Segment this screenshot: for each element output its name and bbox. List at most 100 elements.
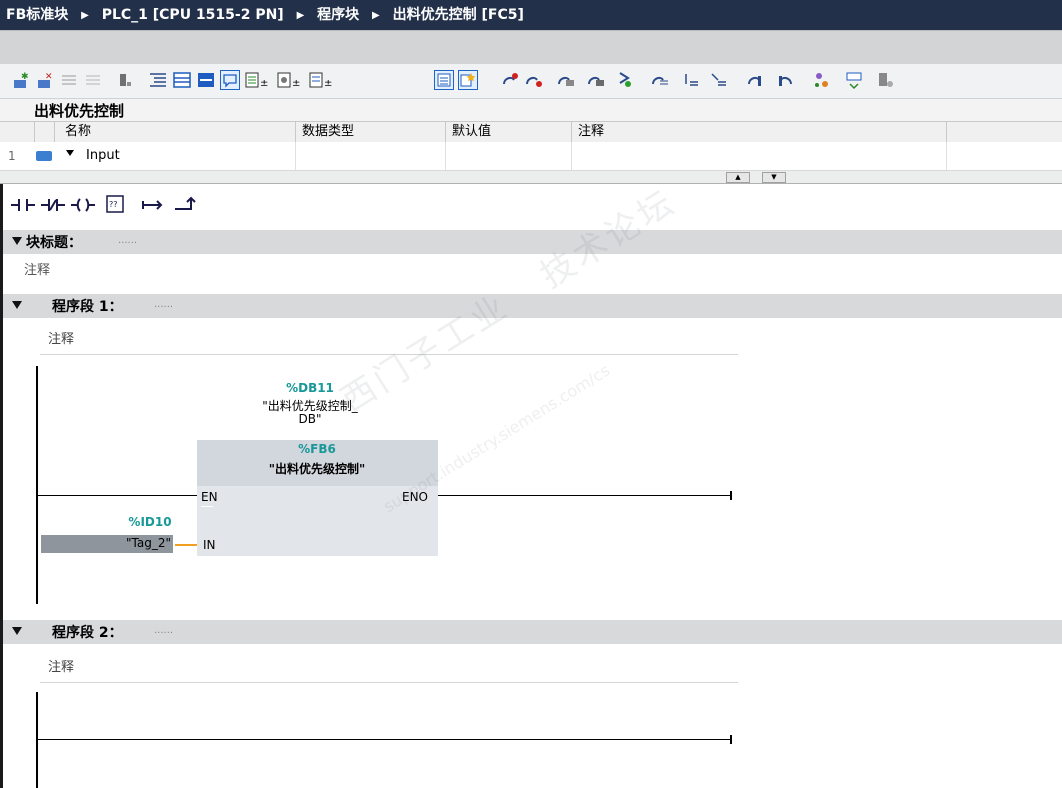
row-index: 1 [8, 149, 16, 163]
open-branch-icon[interactable] [138, 190, 168, 220]
divider [445, 142, 446, 170]
set-breakpoint-icon[interactable] [500, 70, 520, 90]
network-2-bar[interactable]: 程序段 2： ...... [0, 620, 1062, 644]
compare-icon[interactable] [812, 70, 832, 90]
breadcrumb-block[interactable]: 出料优先控制 [FC5] [393, 0, 524, 30]
breadcrumb-program-blocks[interactable]: 程序块 [317, 0, 359, 30]
network-2-comment-box[interactable]: 注释 [40, 648, 738, 683]
editor-toolbar: ✱ ✕ ± ± ± [0, 64, 1062, 99]
column-gutter [34, 122, 54, 142]
download-icon[interactable] [614, 70, 634, 90]
divider [946, 142, 947, 170]
input-section-icon [36, 151, 52, 161]
in-operand-tag[interactable]: "Tag_2" [126, 536, 171, 550]
collapse-all-icon[interactable] [172, 70, 192, 90]
plc-tag-icon[interactable] [116, 70, 136, 90]
window-left-edge [0, 184, 3, 788]
nc-contact-icon[interactable] [38, 190, 68, 220]
network-2-comment[interactable]: 注释 [48, 656, 74, 675]
pin-en: EN [201, 490, 218, 504]
next-icon[interactable] [774, 70, 794, 90]
jump-end-icon[interactable] [708, 70, 728, 90]
pin-in: IN [203, 538, 216, 552]
en-wire [38, 495, 198, 496]
block-call-icon[interactable] [876, 70, 896, 90]
breadcrumb: FB标准块 ▶ PLC_1 [CPU 1515-2 PN] ▶ 程序块 ▶ 出料… [0, 0, 1062, 30]
block-name: 出料优先控制 [34, 102, 125, 120]
abs-operand-icon[interactable]: ± [244, 70, 272, 90]
empty-rung-end [730, 735, 732, 744]
indent-icon[interactable] [148, 70, 168, 90]
no-contact-icon[interactable] [8, 190, 38, 220]
symbol-operand-icon[interactable]: ± [276, 70, 304, 90]
left-power-rail [36, 366, 38, 604]
instance-db-name-line2[interactable]: DB" [260, 412, 360, 426]
comments-toggle-icon[interactable] [220, 70, 240, 90]
interface-column-headers: 名称 数据类型 默认值 注释 [0, 121, 1062, 143]
svg-text:✕: ✕ [45, 72, 53, 82]
breadcrumb-plc[interactable]: PLC_1 [CPU 1515-2 PN] [102, 0, 284, 30]
insert-network-icon[interactable] [60, 70, 80, 90]
expand-all-icon[interactable] [196, 70, 216, 90]
fb-name[interactable]: "出料优先级控制" [217, 460, 417, 477]
cross-reference-icon[interactable] [844, 70, 864, 90]
row-name[interactable]: Input [86, 148, 120, 163]
svg-text:±: ± [292, 78, 300, 89]
left-power-rail-2 [36, 692, 38, 788]
network-2-title-placeholder[interactable]: ...... [154, 625, 173, 636]
divider [295, 142, 296, 170]
network-overview-icon[interactable] [434, 70, 454, 90]
fb-address: %FB6 [298, 442, 336, 456]
in-operand-field[interactable]: "Tag_2" [41, 535, 173, 553]
interface-splitter[interactable]: ▲ ▼ [0, 171, 1062, 184]
svg-text:±: ± [260, 78, 268, 89]
block-title-bar[interactable]: 块标题： ...... [0, 230, 1062, 254]
network-1-title-placeholder[interactable]: ...... [154, 299, 173, 310]
interface-header: 出料优先控制 [0, 99, 1062, 121]
eno-wire-end [730, 491, 732, 500]
fb-call-header: %FB6 "出料优先级控制" [197, 440, 438, 486]
expand-down-icon[interactable]: ▼ [762, 172, 786, 183]
collapse-arrow-icon[interactable] [12, 627, 22, 635]
collapse-arrow-icon[interactable] [12, 301, 22, 309]
svg-text:??: ?? [109, 200, 118, 209]
collapse-up-icon[interactable]: ▲ [726, 172, 750, 183]
network-2-label: 程序段 2： [52, 625, 123, 641]
remove-breakpoint-icon[interactable] [524, 70, 544, 90]
jump-start-icon[interactable] [680, 70, 700, 90]
svg-text:✱: ✱ [21, 72, 29, 82]
expand-arrow-icon[interactable] [66, 150, 74, 156]
block-title-placeholder[interactable]: ...... [118, 235, 137, 246]
insert-row-icon[interactable]: ✱ [12, 70, 32, 90]
in-wire [175, 544, 197, 546]
coil-icon[interactable] [68, 190, 98, 220]
collapse-arrow-icon[interactable] [12, 237, 22, 245]
symbol-info-icon[interactable]: ± [308, 70, 336, 90]
previous-icon[interactable] [746, 70, 766, 90]
empty-box-icon[interactable]: ?? [100, 190, 130, 220]
column-name[interactable]: 名称 [54, 122, 295, 142]
block-title-label: 块标题： [26, 235, 82, 251]
monitor-icon[interactable] [556, 70, 576, 90]
delete-row-icon[interactable]: ✕ [36, 70, 56, 90]
svg-text:±: ± [324, 78, 332, 89]
eno-wire [438, 495, 731, 496]
column-datatype[interactable]: 数据类型 [295, 122, 445, 142]
breadcrumb-separator-icon: ▶ [296, 10, 305, 21]
column-comment[interactable]: 注释 [571, 122, 946, 142]
network-1-comment[interactable]: 注释 [48, 328, 74, 347]
breadcrumb-project[interactable]: FB标准块 [6, 0, 68, 30]
divider [571, 142, 572, 170]
interface-row-input[interactable]: 1 Input [0, 142, 1062, 171]
column-default[interactable]: 默认值 [445, 122, 571, 142]
close-branch-icon[interactable] [170, 190, 200, 220]
block-comment[interactable]: 注释 [24, 259, 50, 278]
breadcrumb-separator-icon: ▶ [81, 10, 89, 21]
modify-icon[interactable] [586, 70, 606, 90]
breadcrumb-separator-icon: ▶ [372, 10, 380, 21]
go-to-icon[interactable] [650, 70, 670, 90]
network-1-label: 程序段 1： [52, 299, 123, 315]
column-extra [946, 122, 1062, 142]
favorites-icon[interactable] [458, 70, 478, 90]
delete-network-icon[interactable] [84, 70, 104, 90]
